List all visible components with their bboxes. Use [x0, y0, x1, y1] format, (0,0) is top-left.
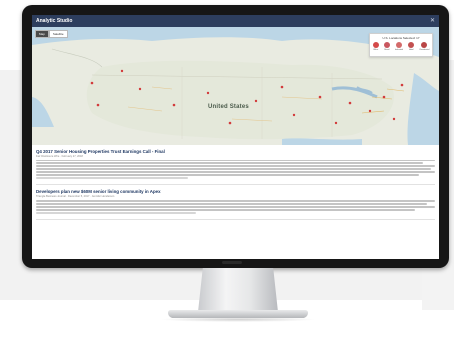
article-title[interactable]: Developers plan new $60M senior living c… [36, 189, 435, 194]
legend-label: Hotel [408, 49, 414, 51]
tab-satellite[interactable]: Satellite [48, 30, 68, 38]
list-item[interactable]: Q4 2017 Senior Housing Properties Trust … [36, 145, 435, 186]
article-title[interactable]: Q4 2017 Senior Housing Properties Trust … [36, 149, 435, 154]
legend-swatch [421, 42, 428, 48]
close-icon[interactable]: ✕ [430, 18, 435, 24]
article-text-line [36, 168, 431, 171]
map-panel[interactable]: Map Satellite United States U.S. Locatio… [32, 27, 439, 145]
article-list: Q4 2017 Senior Housing Properties Trust … [32, 145, 439, 220]
legend-item: Industrial [395, 42, 403, 51]
app-title: Analytic Studio [36, 18, 73, 24]
legend-item: Hotel [408, 42, 415, 51]
legend-item: Residential [419, 42, 429, 51]
article-text-line [36, 177, 188, 180]
legend-swatch [372, 42, 379, 48]
legend-label: Retail [384, 49, 390, 51]
monitor-stand-base [168, 310, 308, 318]
article-meta: Fair Disclosure Wire · February 27, 2018 [36, 155, 83, 158]
legend-items: Office Retail Industrial Hotel Residenti… [370, 42, 432, 51]
article-text-line [36, 199, 435, 202]
article-text-line [36, 202, 428, 205]
legend-swatch [396, 42, 403, 48]
article-text-line [36, 208, 416, 211]
monitor: Analytic Studio ✕ Map Satellite United S… [22, 5, 449, 268]
legend-label: Industrial [394, 49, 404, 51]
legend-title: U.S. Locations Selected: 17 [382, 36, 420, 40]
legend-label: Residential [419, 49, 430, 51]
monitor-stand-neck [198, 268, 278, 312]
legend-swatch [383, 42, 390, 48]
legend-swatch [408, 42, 415, 48]
article-meta: Triangle Business Journal · December 5, … [36, 195, 115, 199]
monitor-chin [222, 261, 242, 264]
map-country-label: United States [208, 104, 249, 110]
legend-item: Retail [383, 42, 390, 51]
map-type-tabs: Map Satellite [35, 30, 68, 38]
article-text-line [36, 162, 424, 165]
article-text-line [36, 171, 435, 174]
app-titlebar: Analytic Studio ✕ [32, 15, 439, 27]
legend-item: Office [372, 42, 379, 51]
legend-label: Office [373, 49, 379, 51]
article-text-line [36, 211, 196, 214]
screen: Analytic Studio ✕ Map Satellite United S… [32, 15, 439, 259]
article-text-line [36, 174, 420, 177]
map-legend: U.S. Locations Selected: 17 Office Retai… [369, 33, 433, 57]
article-text-line [36, 205, 435, 208]
list-item[interactable]: Developers plan new $60M senior living c… [36, 185, 435, 220]
tab-map[interactable]: Map [35, 30, 49, 38]
article-text-line [36, 159, 435, 162]
article-text-line [36, 165, 435, 168]
